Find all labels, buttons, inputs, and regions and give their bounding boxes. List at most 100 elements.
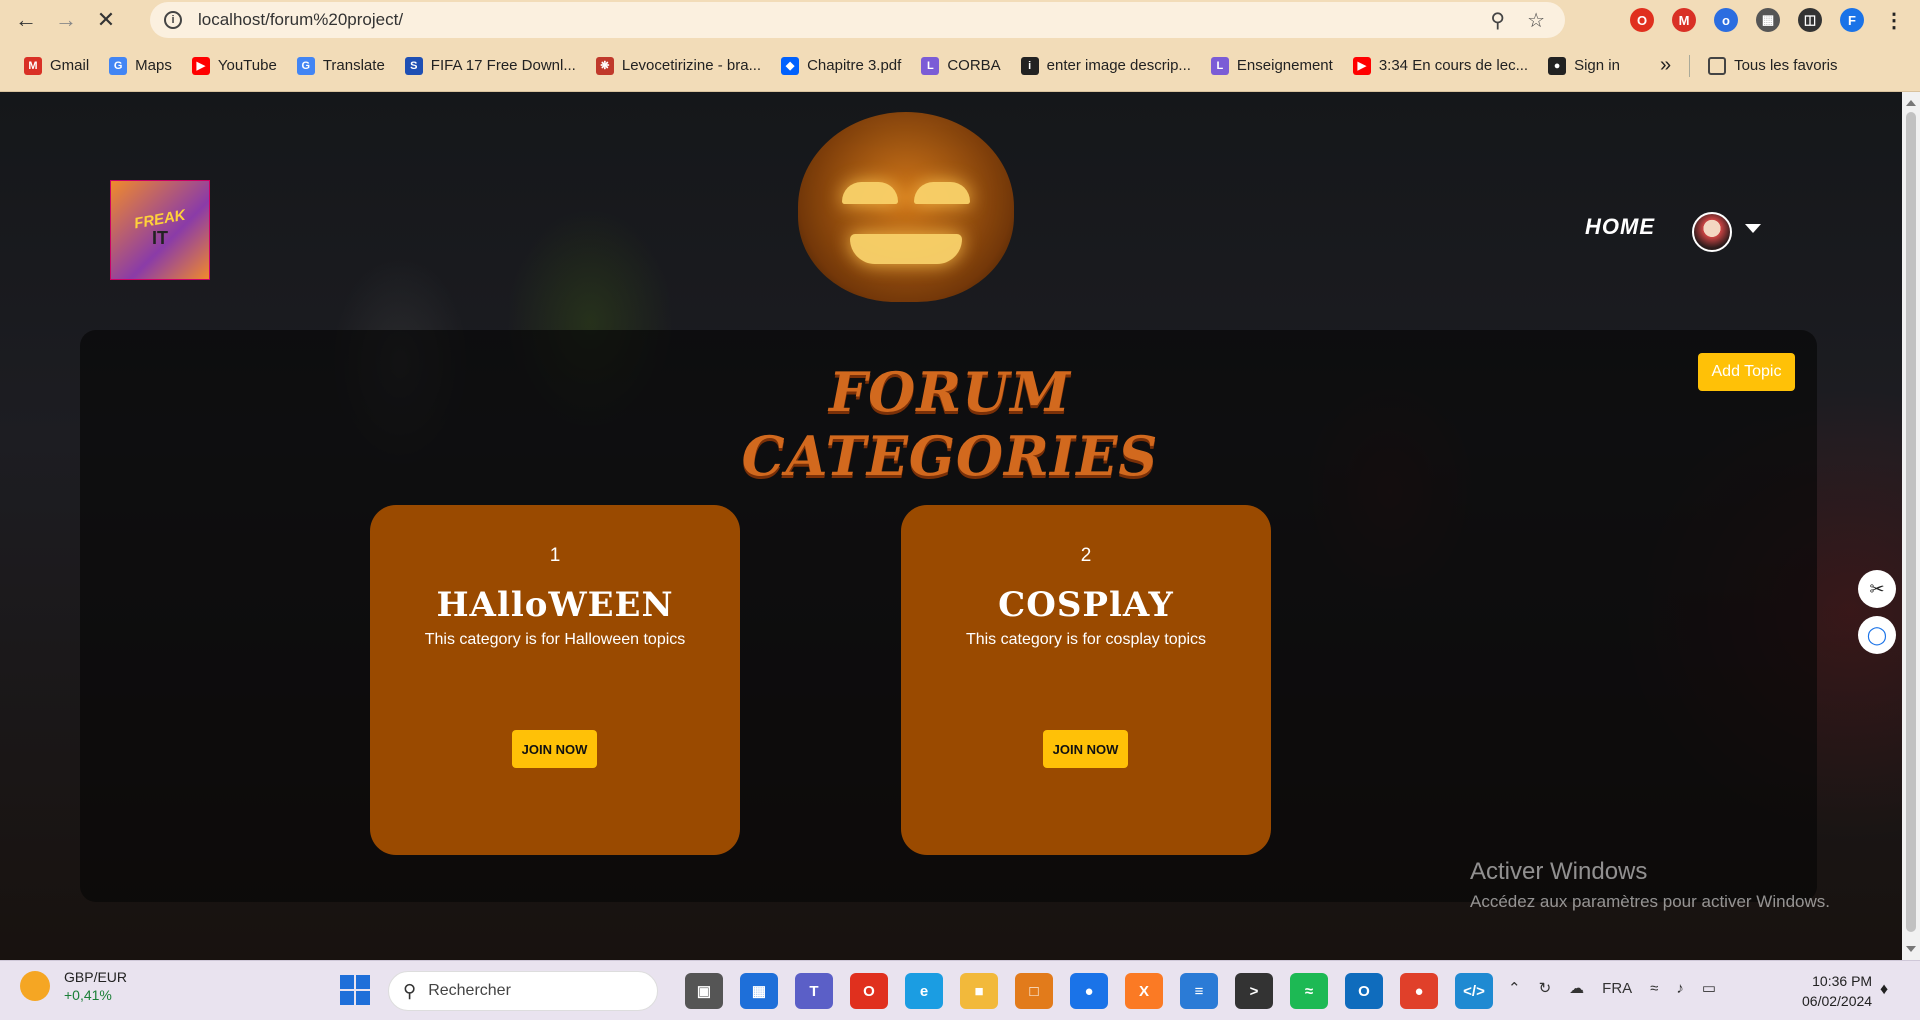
store-icon[interactable]: ▦ <box>740 973 778 1009</box>
vscode-icon[interactable]: </> <box>1455 973 1493 1009</box>
background-pumpkin-image <box>798 112 1014 302</box>
bookmark-item[interactable]: ● Sign in <box>1538 50 1630 82</box>
task-view-icon[interactable]: ▣ <box>685 973 723 1009</box>
bookmark-label: CORBA <box>947 57 1001 74</box>
divider <box>1689 54 1691 77</box>
windows-taskbar: GBP/EUR +0,41% ⚲ Rechercher ▣ ▦ T O e ■ … <box>0 960 1920 1020</box>
bookmark-item[interactable]: ▶ 3:34 En cours de lec... <box>1343 50 1538 82</box>
pumpkin-eye <box>914 182 970 204</box>
terminal-icon[interactable]: > <box>1235 973 1273 1009</box>
battery-icon[interactable]: ▭ <box>1702 979 1716 997</box>
notification-bell-icon[interactable]: ♦ <box>1880 981 1888 999</box>
s-icon: S <box>404 56 423 75</box>
taskbar-search[interactable]: ⚲ Rechercher <box>388 971 658 1011</box>
join-now-button[interactable]: JOIN NOW <box>512 730 597 768</box>
site-logo[interactable]: FREAK IT <box>110 180 210 280</box>
menu-kebab-icon[interactable]: ⋮ <box>1882 8 1906 32</box>
opera-icon[interactable]: O <box>850 973 888 1009</box>
puzzle-extensions-icon[interactable]: ▦ <box>1756 8 1780 32</box>
teams-icon[interactable]: T <box>795 973 833 1009</box>
l-icon: L <box>1210 56 1229 75</box>
clock[interactable]: 10:36 PM 06/02/2024 <box>1802 971 1872 1011</box>
category-number: 2 <box>1080 545 1092 566</box>
outlook-icon[interactable]: O <box>1345 973 1383 1009</box>
bookmark-item[interactable]: M Gmail <box>14 50 99 82</box>
bookmark-label: Levocetirizine - bra... <box>621 57 762 74</box>
bookmark-item[interactable]: i enter image descrip... <box>1011 50 1201 82</box>
spotify-icon[interactable]: ≈ <box>1290 973 1328 1009</box>
currency-icon <box>20 971 50 1001</box>
xampp-icon[interactable]: X <box>1125 973 1163 1009</box>
bookmark-label: Maps <box>135 57 172 74</box>
windows-start-icon[interactable] <box>340 975 370 1005</box>
profile-avatar[interactable]: F <box>1840 8 1864 32</box>
bookmark-item[interactable]: G Maps <box>99 50 182 82</box>
ticker-widget[interactable]: GBP/EUR +0,41% <box>20 969 127 1003</box>
side-panel-icon[interactable]: ◫ <box>1798 8 1822 32</box>
notepad-icon[interactable]: ≡ <box>1180 973 1218 1009</box>
bookmark-item[interactable]: L CORBA <box>911 50 1010 82</box>
extension-icon[interactable]: o <box>1714 8 1738 32</box>
bookmark-item[interactable]: L Enseignement <box>1201 50 1343 82</box>
scrollbar-thumb[interactable] <box>1906 112 1916 932</box>
language-indicator[interactable]: FRA <box>1602 980 1632 997</box>
opera-extension-icon[interactable]: O <box>1630 8 1654 32</box>
chevron-down-icon[interactable] <box>1745 224 1761 233</box>
url-text[interactable]: localhost/forum%20project/ <box>198 10 403 30</box>
bookmark-label: 3:34 En cours de lec... <box>1378 57 1529 74</box>
cloud-icon[interactable]: ☁ <box>1569 979 1584 997</box>
category-card: 2 COSPlAY This category is for cosplay t… <box>901 505 1271 855</box>
page-scrollbar[interactable] <box>1902 92 1920 960</box>
bookmark-item[interactable]: ❋ Levocetirizine - bra... <box>586 50 771 82</box>
sync-icon[interactable]: ↻ <box>1539 979 1552 997</box>
join-now-button[interactable]: JOIN NOW <box>1043 730 1128 768</box>
chevron-up-icon[interactable]: ⌃ <box>1508 979 1521 997</box>
bookmark-item[interactable]: S FIFA 17 Free Downl... <box>395 50 586 82</box>
bookmark-item[interactable]: ◆ Chapitre 3.pdf <box>771 50 911 82</box>
file-explorer-icon[interactable]: ■ <box>960 973 998 1009</box>
category-name: HAlloWEEN <box>436 585 674 625</box>
scroll-down-icon[interactable] <box>1906 946 1916 952</box>
info-icon: i <box>1020 56 1039 75</box>
zoom-icon[interactable]: ⚲ <box>1490 8 1505 33</box>
add-topic-button[interactable]: Add Topic <box>1698 353 1795 391</box>
all-favorites-label: Tous les favoris <box>1734 57 1838 74</box>
bookmark-star-icon[interactable]: ☆ <box>1527 8 1545 33</box>
folder-icon <box>1708 56 1727 75</box>
bookmark-label: enter image descrip... <box>1046 57 1191 74</box>
search-icon: ⚲ <box>403 980 417 1001</box>
stop-loading-button[interactable]: ✕ <box>86 0 126 40</box>
back-button[interactable]: ← <box>6 0 46 40</box>
scroll-up-icon[interactable] <box>1906 100 1916 106</box>
user-avatar[interactable] <box>1692 212 1732 252</box>
bookmark-label: Enseignement <box>1236 57 1333 74</box>
wifi-icon[interactable]: ≈ <box>1650 980 1658 997</box>
ticker-name: GBP/EUR <box>64 969 128 985</box>
forward-button[interactable]: → <box>46 0 86 40</box>
edge-icon[interactable]: e <box>905 973 943 1009</box>
category-description: This category is for cosplay topics <box>965 631 1207 648</box>
bookmark-label: Sign in <box>1574 57 1620 74</box>
page-title: FORUM CATEGORIES <box>741 360 1159 488</box>
molecule-icon: ❋ <box>595 56 614 75</box>
more-bookmarks-button[interactable]: » <box>1650 50 1681 82</box>
browser-toolbar: ← → ✕ i localhost/forum%20project/ ⚲ ☆ O… <box>0 0 1920 40</box>
mail-extension-icon[interactable]: M <box>1672 8 1696 32</box>
search-placeholder: Rechercher <box>428 982 511 999</box>
chrome-profile-icon[interactable]: ● <box>1400 973 1438 1009</box>
activation-title: Activer Windows <box>1470 858 1648 885</box>
scissors-icon[interactable]: ✂ <box>1858 570 1896 608</box>
bookmark-item[interactable]: G Translate <box>287 50 395 82</box>
bookmark-item[interactable]: ▶ YouTube <box>182 50 287 82</box>
volume-icon[interactable]: ♪ <box>1676 980 1684 997</box>
assistant-icon[interactable]: ◯ <box>1858 616 1896 654</box>
category-name: COSPlAY <box>998 585 1174 625</box>
snipping-tool-icon[interactable]: □ <box>1015 973 1053 1009</box>
site-info-icon[interactable]: i <box>164 11 182 29</box>
address-bar[interactable]: i localhost/forum%20project/ ⚲ ☆ <box>150 2 1565 38</box>
bookmark-label: Gmail <box>50 57 90 74</box>
nav-home-link[interactable]: HOME <box>1585 214 1655 240</box>
chrome-icon[interactable]: ● <box>1070 973 1108 1009</box>
bookmark-label: YouTube <box>217 57 277 74</box>
all-favorites-folder[interactable]: Tous les favoris <box>1698 50 1847 82</box>
